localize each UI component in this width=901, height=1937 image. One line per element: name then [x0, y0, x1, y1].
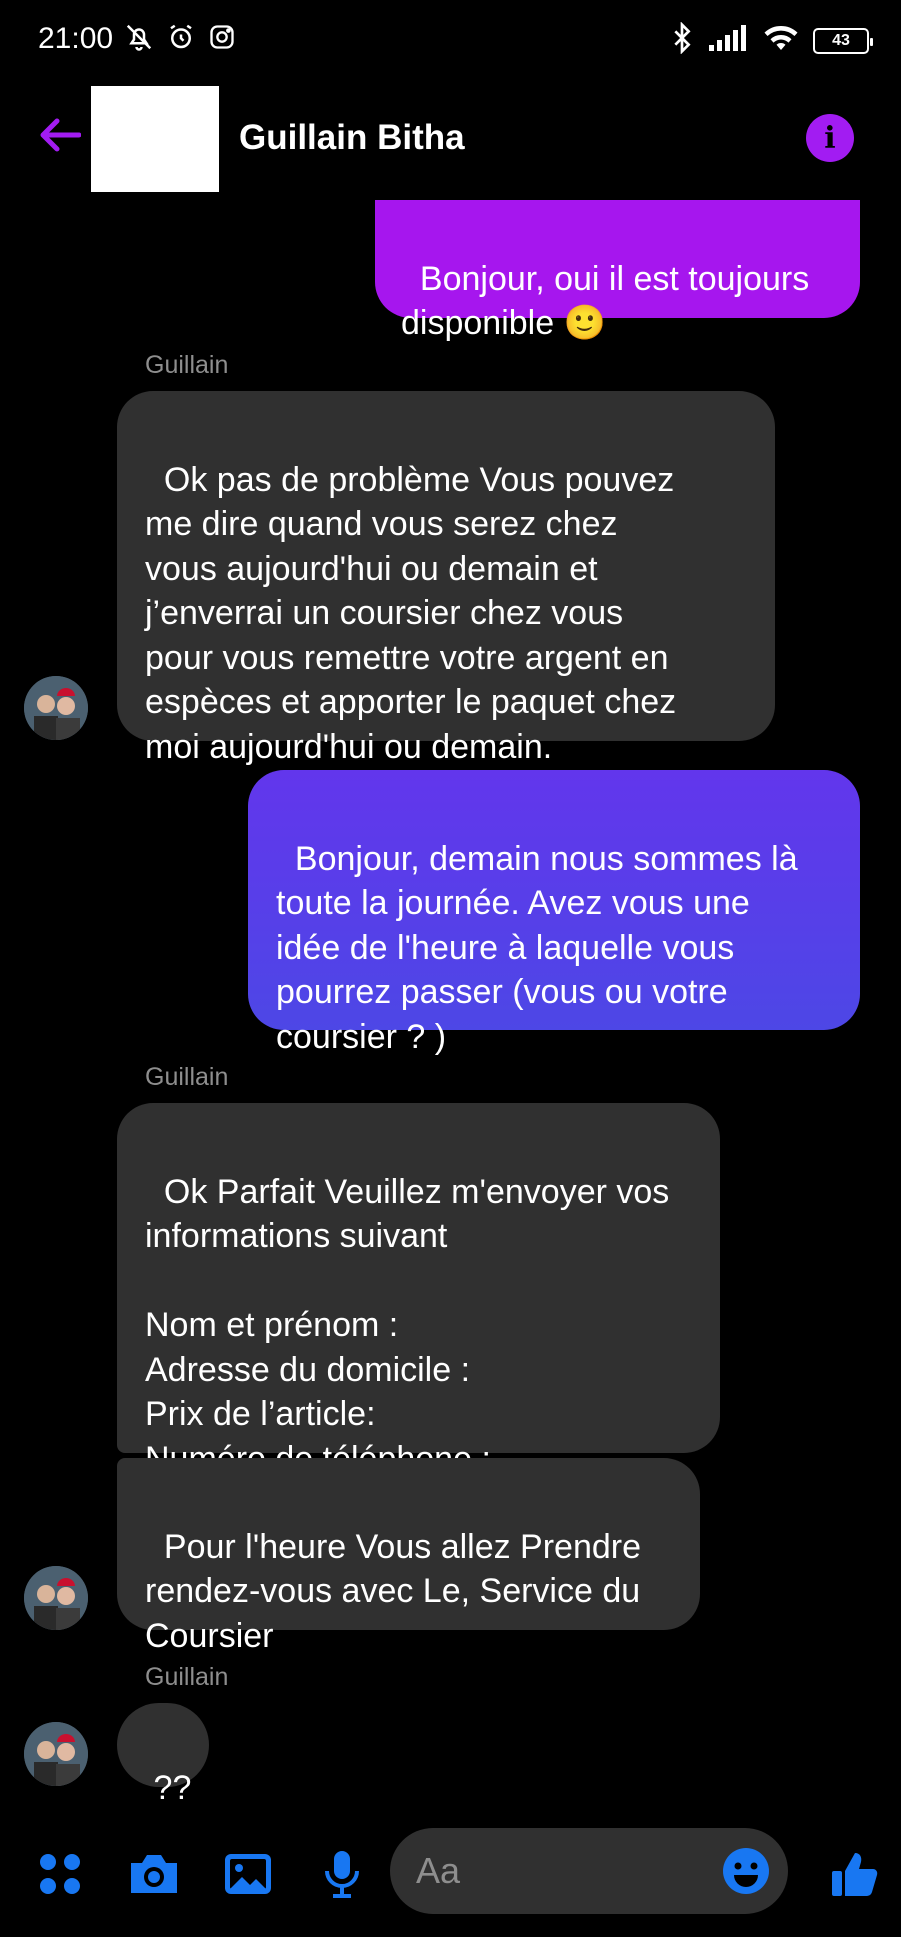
message-text: Pour l'heure Vous allez Prendre rendez-v…	[145, 1527, 642, 1655]
message-incoming[interactable]: Pour l'heure Vous allez Prendre rendez-v…	[117, 1458, 700, 1655]
battery-icon: 43	[813, 27, 873, 54]
signal-icon	[707, 23, 749, 58]
wifi-icon	[763, 23, 799, 58]
sender-avatar[interactable]	[24, 1722, 88, 1786]
gallery-icon	[225, 1854, 271, 1894]
sender-avatar[interactable]	[24, 676, 88, 740]
sender-avatar[interactable]	[24, 1566, 88, 1630]
gallery-button[interactable]	[218, 1844, 278, 1904]
info-icon: i	[824, 120, 836, 156]
bell-off-icon	[124, 22, 154, 57]
message-incoming[interactable]: Ok pas de problème Vous pouvez me dire q…	[117, 391, 775, 766]
avatar-photo	[24, 1566, 88, 1630]
instagram-icon	[208, 23, 236, 56]
sender-name: Guillain	[145, 1063, 229, 1091]
message-text: Ok pas de problème Vous pouvez me dire q…	[145, 460, 677, 766]
contact-name[interactable]: Guillain Bitha	[239, 118, 465, 158]
message-text: Ok Parfait Veuillez m'envoyer vos inform…	[145, 1172, 670, 1478]
apps-button[interactable]	[30, 1844, 90, 1904]
message-outgoing[interactable]: Bonjour, demain nous sommes là toute la …	[248, 770, 860, 1056]
microphone-icon	[325, 1851, 359, 1898]
avatar-photo	[24, 676, 88, 740]
message-input[interactable]	[416, 1846, 706, 1896]
message-text: Bonjour, demain nous sommes là toute la …	[276, 839, 798, 1056]
avatar-photo	[24, 1722, 88, 1786]
microphone-button[interactable]	[312, 1844, 372, 1904]
composer-bar	[0, 1820, 901, 1930]
emoji-icon	[723, 1848, 769, 1894]
message-field[interactable]	[390, 1828, 788, 1914]
back-button[interactable]	[34, 110, 84, 160]
apps-icon	[40, 1854, 80, 1894]
message-incoming[interactable]: Ok Parfait Veuillez m'envoyer vos inform…	[117, 1103, 720, 1478]
camera-icon	[131, 1855, 177, 1893]
message-incoming[interactable]: ??	[117, 1703, 209, 1807]
thumbs-up-icon	[832, 1853, 878, 1896]
sender-name: Guillain	[145, 351, 229, 379]
like-button[interactable]	[824, 1844, 884, 1904]
info-button[interactable]: i	[806, 114, 854, 162]
message-outgoing[interactable]: Bonjour, oui il est toujours disponible …	[375, 200, 860, 342]
message-text: ??	[153, 1768, 192, 1807]
status-time: 21:00	[38, 22, 114, 55]
camera-button[interactable]	[124, 1844, 184, 1904]
sender-name: Guillain	[145, 1663, 229, 1691]
status-bar: 21:00 43	[0, 0, 901, 84]
bluetooth-icon	[671, 21, 693, 59]
message-text: Bonjour, oui il est toujours disponible …	[401, 259, 810, 343]
conversation-header: Guillain Bitha i	[0, 84, 901, 194]
back-arrow-icon	[40, 118, 81, 152]
emoji-button[interactable]	[722, 1847, 770, 1895]
alarm-icon	[166, 22, 196, 57]
contact-avatar[interactable]	[91, 86, 219, 192]
